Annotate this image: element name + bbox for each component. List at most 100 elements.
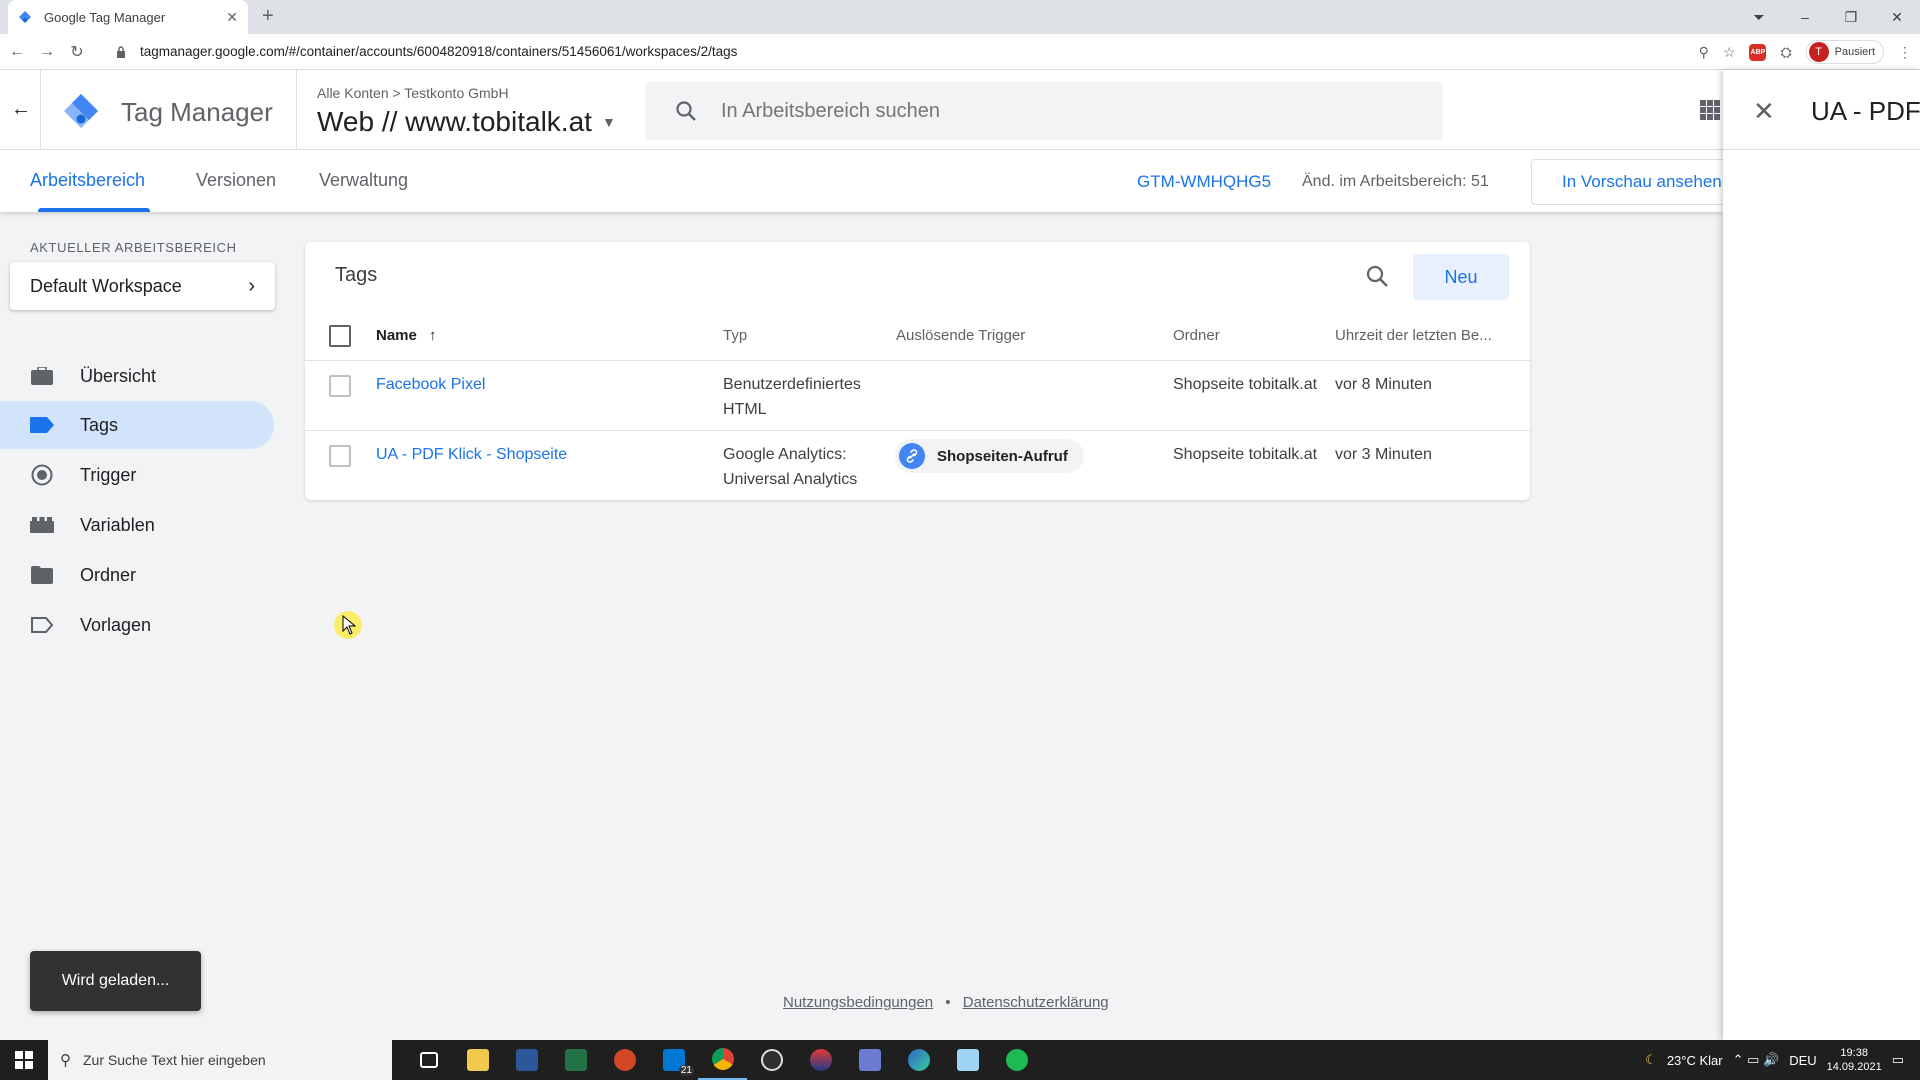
powerpoint-icon[interactable]: [600, 1040, 649, 1080]
window-close-icon[interactable]: ✕: [1874, 9, 1920, 26]
reload-icon[interactable]: ↻: [64, 42, 90, 62]
system-tray: ☾ 23°C Klar ⌃ ▭ 🔊 DEU 19:38 14.09.2021 ▭: [1645, 1040, 1920, 1080]
panel-header: ✕ UA - PDF: [1723, 70, 1920, 150]
tab-search-icon[interactable]: ⏷: [1736, 9, 1782, 26]
taskbar-search-placeholder: Zur Suche Text hier eingeben: [83, 1052, 266, 1068]
column-header-folder[interactable]: Ordner: [1173, 327, 1220, 344]
breadcrumb[interactable]: Alle Konten > Testkonto GmbH: [317, 85, 509, 101]
forward-icon[interactable]: →: [34, 43, 60, 61]
minimize-icon[interactable]: –: [1782, 9, 1828, 25]
url-field[interactable]: tagmanager.google.com/#/container/accoun…: [116, 44, 737, 59]
file-explorer-icon[interactable]: [453, 1040, 502, 1080]
container-selector[interactable]: Web // www.tobitalk.at ▼: [317, 106, 616, 138]
sidebar-item-vorlagen[interactable]: Vorlagen: [0, 601, 274, 649]
zoom-icon[interactable]: ⚲: [1699, 44, 1709, 61]
sidebar-item-label: Trigger: [80, 464, 137, 485]
browser-tabbar: Google Tag Manager ✕ + ⏷ – ❐ ✕: [0, 0, 1920, 34]
tag-folder: Shopseite tobitalk.at: [1173, 446, 1318, 463]
notification-icon[interactable]: ▭: [1892, 1052, 1904, 1068]
profile-button[interactable]: T Pausiert: [1805, 40, 1884, 64]
panel-title[interactable]: UA - PDF: [1811, 96, 1920, 127]
weather-text[interactable]: 23°C Klar: [1667, 1053, 1723, 1068]
back-icon[interactable]: ←: [4, 43, 30, 61]
tag-modified: vor 3 Minuten: [1335, 446, 1432, 463]
row-checkbox[interactable]: [329, 375, 351, 397]
column-header-type[interactable]: Typ: [723, 327, 747, 344]
moon-icon: ☾: [1645, 1052, 1657, 1067]
tags-card: Tags Neu Name ↑ Typ Auslösende Trigger O…: [305, 242, 1530, 500]
workspace-search[interactable]: [645, 82, 1443, 140]
browser-tab[interactable]: Google Tag Manager ✕: [8, 0, 248, 34]
column-header-triggers[interactable]: Auslösende Trigger: [896, 327, 1025, 344]
tag-folder: Shopseite tobitalk.at: [1173, 376, 1318, 393]
close-icon[interactable]: ✕: [1753, 96, 1775, 127]
taskbar-search[interactable]: ⚲ Zur Suche Text hier eingeben: [48, 1040, 392, 1080]
browser-toolbar-right: ⚲ ☆ ABP ⛭ T Pausiert ⋮: [1699, 34, 1912, 70]
restore-icon[interactable]: ❐: [1828, 9, 1874, 26]
row-checkbox[interactable]: [329, 445, 351, 467]
notepad-icon[interactable]: [943, 1040, 992, 1080]
trigger-chip[interactable]: Shopseiten-Aufruf: [895, 439, 1084, 473]
word-icon[interactable]: [502, 1040, 551, 1080]
new-tag-button[interactable]: Neu: [1413, 254, 1509, 300]
avatar: T: [1808, 42, 1829, 62]
edge-icon[interactable]: [894, 1040, 943, 1080]
excel-icon[interactable]: [551, 1040, 600, 1080]
variables-icon: [30, 513, 54, 537]
sidebar-item-trigger[interactable]: Trigger: [0, 451, 274, 499]
sidebar-item-ordner[interactable]: Ordner: [0, 551, 274, 599]
sidebar-item-label: Variablen: [80, 514, 155, 535]
sidebar-item-tags[interactable]: Tags: [0, 401, 274, 449]
chrome-icon[interactable]: [698, 1040, 747, 1080]
container-id[interactable]: GTM-WMHQHG5: [1137, 172, 1271, 192]
sidebar-item-uebersicht[interactable]: Übersicht: [0, 352, 274, 400]
briefcase-icon: [30, 364, 54, 388]
loading-snackbar: Wird geladen...: [30, 951, 201, 1011]
container-name: Web // www.tobitalk.at: [317, 106, 592, 137]
sidebar-item-variablen[interactable]: Variablen: [0, 501, 274, 549]
taskbar-apps: 21: [404, 1040, 1041, 1080]
bookmark-star-icon[interactable]: ☆: [1723, 44, 1736, 61]
extensions-icon[interactable]: ⛭: [1780, 44, 1791, 61]
tab-arbeitsbereich[interactable]: Arbeitsbereich: [30, 170, 145, 191]
mouse-cursor-icon: [342, 615, 356, 635]
app-flame-icon[interactable]: [796, 1040, 845, 1080]
adblock-icon[interactable]: ABP: [1749, 43, 1767, 61]
workspace-selector[interactable]: Default Workspace ›: [10, 262, 275, 310]
tag-icon: [30, 413, 54, 437]
tag-name-link[interactable]: UA - PDF Klick - Shopseite: [376, 442, 567, 467]
window-controls: ⏷ – ❐ ✕: [1736, 0, 1920, 34]
tab-verwaltung[interactable]: Verwaltung: [319, 170, 408, 191]
close-tab-icon[interactable]: ✕: [226, 9, 238, 26]
task-view-icon[interactable]: [404, 1040, 453, 1080]
mail-icon[interactable]: 21: [649, 1040, 698, 1080]
sidebar-item-label: Übersicht: [80, 365, 157, 386]
obs-icon[interactable]: [747, 1040, 796, 1080]
tag-modified: vor 8 Minuten: [1335, 376, 1432, 393]
terms-link[interactable]: Nutzungsbedingungen: [783, 994, 933, 1011]
language-indicator[interactable]: DEU: [1789, 1053, 1816, 1068]
search-icon: ⚲: [60, 1052, 71, 1069]
search-input[interactable]: [721, 99, 1321, 123]
windows-start-icon[interactable]: [0, 1040, 48, 1080]
browser-menu-icon[interactable]: ⋮: [1898, 44, 1912, 61]
spotify-icon[interactable]: [992, 1040, 1041, 1080]
preview-button[interactable]: In Vorschau ansehen: [1531, 159, 1731, 205]
search-icon: [676, 101, 696, 121]
tray-icons[interactable]: ⌃ ▭ 🔊: [1733, 1052, 1780, 1068]
tab-versionen[interactable]: Versionen: [196, 170, 276, 191]
column-header-name[interactable]: Name ↑: [376, 327, 437, 344]
apps-grid-icon[interactable]: [1700, 100, 1720, 120]
clock-date: 14.09.2021: [1826, 1061, 1882, 1073]
select-all-checkbox[interactable]: [329, 325, 351, 347]
new-tab-icon[interactable]: +: [262, 5, 274, 28]
lock-icon: [117, 45, 125, 58]
back-arrow-icon[interactable]: ←: [11, 98, 31, 121]
search-icon[interactable]: [1365, 264, 1389, 288]
privacy-link[interactable]: Datenschutzerklärung: [963, 994, 1109, 1011]
clock[interactable]: 19:38 14.09.2021: [1827, 1046, 1882, 1074]
tag-name-link[interactable]: Facebook Pixel: [376, 372, 485, 397]
column-header-modified[interactable]: Uhrzeit der letzten Be...: [1335, 327, 1492, 344]
app-tools-icon[interactable]: [845, 1040, 894, 1080]
active-tab-indicator: [38, 208, 150, 212]
